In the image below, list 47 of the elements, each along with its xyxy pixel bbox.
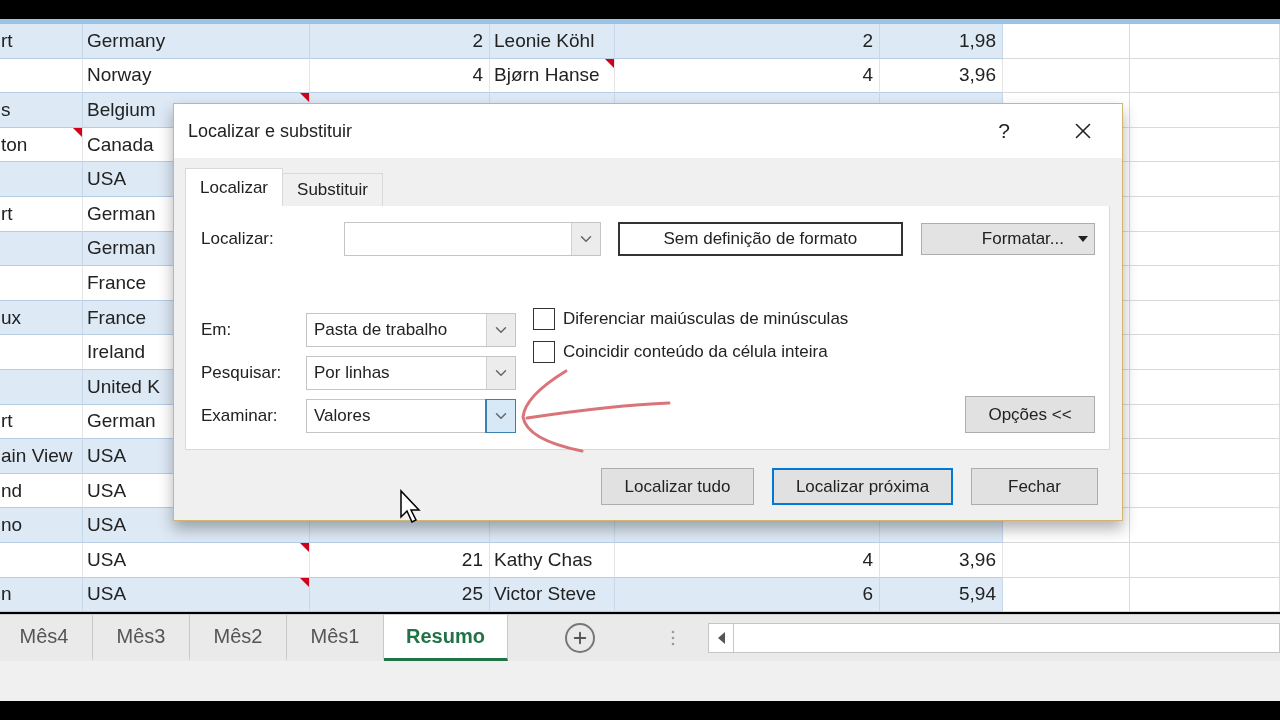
find-label: Localizar:	[201, 229, 275, 249]
sheet-tab[interactable]: Resumo	[384, 615, 508, 662]
table-cell: USA	[83, 577, 310, 613]
format-preview: Sem definição de formato	[618, 222, 903, 256]
table-cell: 21	[310, 542, 490, 578]
table-cell: 25	[310, 577, 490, 613]
table-cell: 1,98	[880, 24, 1003, 59]
dialog-button[interactable]: Localizar tudo	[601, 468, 754, 505]
table-cell: no	[0, 508, 83, 543]
table-cell: 6	[615, 577, 880, 613]
table-cell: ton	[0, 127, 83, 163]
dialog-button[interactable]: Fechar	[971, 468, 1098, 505]
table-cell: 2	[310, 24, 490, 59]
table-cell: Germany	[83, 24, 310, 59]
table-cell: Victor Steve	[490, 577, 615, 613]
checkbox-label: Diferenciar maiúsculas de minúsculas	[563, 309, 849, 329]
table-cell: rt	[0, 404, 83, 440]
checkbox-label: Coincidir conteúdo da célula inteira	[563, 342, 828, 362]
table-cell: 4	[310, 58, 490, 94]
format-button[interactable]: Formatar...	[920, 223, 1095, 255]
table-cell: Kathy Chas	[490, 542, 615, 578]
table-cell: 5,94	[880, 577, 1003, 613]
table-cell: 3,96	[880, 58, 1003, 94]
table-cell: Leonie Köhl	[490, 24, 615, 59]
table-cell: nd	[0, 473, 83, 509]
table-cell: 4	[615, 542, 880, 578]
option-dropdown[interactable]: Pasta de trabalho	[306, 313, 516, 347]
option-dropdown[interactable]: Valores	[306, 399, 516, 433]
table-cell: rt	[0, 24, 83, 59]
table-cell: Norway	[83, 58, 310, 94]
table-cell: USA	[83, 542, 310, 578]
table-cell: 4	[615, 58, 880, 94]
table-cell: ux	[0, 300, 83, 336]
table-cell: Bjørn Hanse	[490, 58, 615, 94]
table-cell: 2	[615, 24, 880, 59]
dialog-button[interactable]: Localizar próxima	[772, 468, 953, 505]
help-button[interactable]: ?	[992, 117, 1016, 145]
options-button[interactable]: Opções <<	[965, 396, 1095, 433]
table-cell: 3,96	[880, 542, 1003, 578]
table-cell: rt	[0, 196, 83, 232]
dialog-tab[interactable]: Substituir	[282, 173, 383, 206]
dialog-tab[interactable]: Localizar	[185, 168, 284, 206]
option-label: Examinar:	[201, 406, 279, 426]
table-cell: ain View	[0, 439, 83, 474]
option-dropdown[interactable]: Por linhas	[306, 356, 516, 390]
table-cell: n	[0, 577, 83, 613]
table-cell: s	[0, 93, 83, 128]
